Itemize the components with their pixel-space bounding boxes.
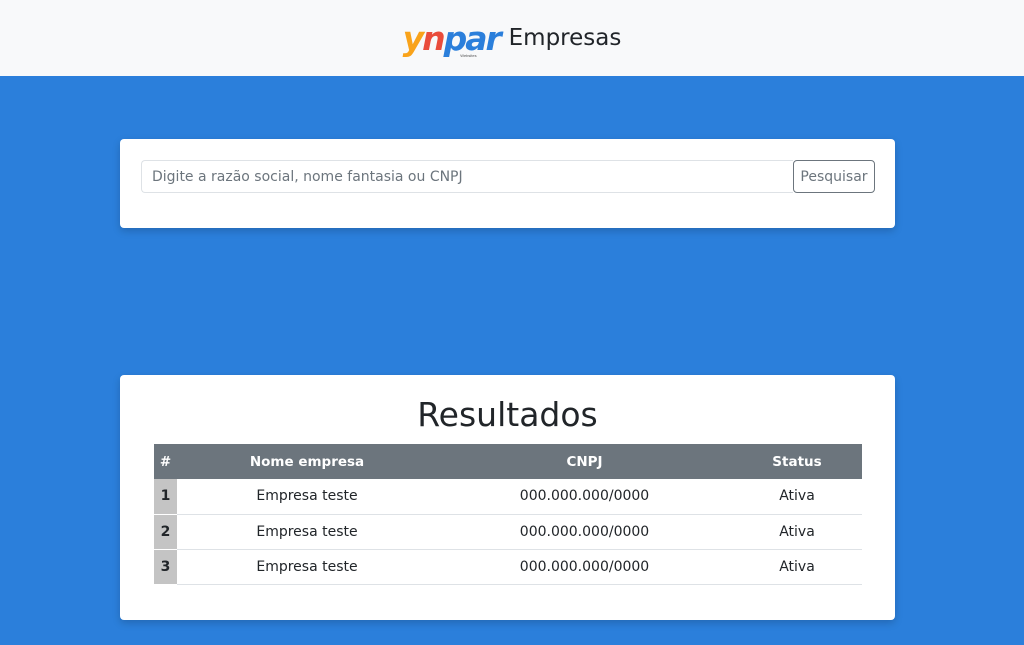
brand: ynpar Websites Empresas (403, 21, 622, 59)
cnpj-cell: 000.000.000/0000 (437, 479, 732, 515)
table-header-row: # Nome empresa CNPJ Status (154, 444, 862, 479)
row-index: 3 (154, 549, 177, 585)
status-cell: Ativa (732, 514, 862, 550)
ynpar-logo[interactable]: ynpar Websites (403, 21, 502, 59)
logo-subtext: Websites (460, 53, 477, 58)
column-header-cnpj: CNPJ (437, 444, 732, 479)
row-index: 1 (154, 479, 177, 515)
search-input[interactable] (141, 160, 793, 193)
table-row[interactable]: 3 Empresa teste 000.000.000/0000 Ativa (154, 549, 862, 585)
row-index: 2 (154, 514, 177, 550)
table-row[interactable]: 1 Empresa teste 000.000.000/0000 Ativa (154, 479, 862, 515)
company-name-cell: Empresa teste (177, 514, 437, 550)
column-header-index: # (154, 444, 177, 479)
top-header: ynpar Websites Empresas (0, 0, 1024, 76)
cnpj-cell: 000.000.000/0000 (437, 549, 732, 585)
search-button[interactable]: Pesquisar (793, 160, 875, 193)
cnpj-cell: 000.000.000/0000 (437, 514, 732, 550)
status-cell: Ativa (732, 479, 862, 515)
status-cell: Ativa (732, 549, 862, 585)
column-header-status: Status (732, 444, 862, 479)
search-group: Pesquisar (141, 160, 875, 193)
company-name-cell: Empresa teste (177, 479, 437, 515)
results-title: Resultados (417, 395, 598, 434)
results-table: # Nome empresa CNPJ Status 1 Empresa tes… (154, 444, 862, 585)
search-card: Pesquisar (120, 139, 895, 228)
results-card: Resultados # Nome empresa CNPJ Status 1 … (120, 375, 895, 620)
column-header-name: Nome empresa (177, 444, 437, 479)
page-title: Empresas (508, 25, 622, 51)
company-name-cell: Empresa teste (177, 549, 437, 585)
table-row[interactable]: 2 Empresa teste 000.000.000/0000 Ativa (154, 514, 862, 550)
logo-wordmark: ynpar (402, 18, 502, 58)
